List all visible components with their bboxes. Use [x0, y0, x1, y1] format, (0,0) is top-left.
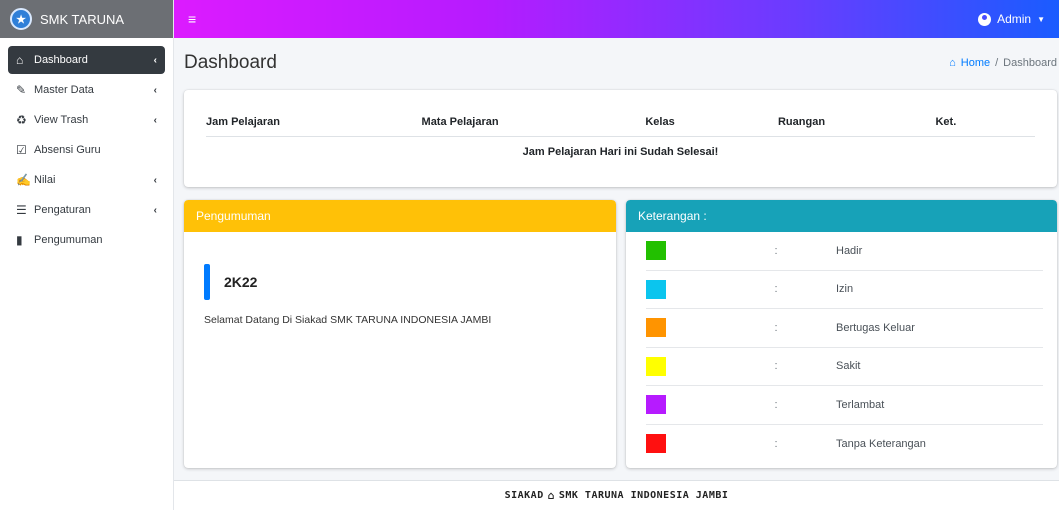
- home-icon[interactable]: ⌂: [949, 57, 956, 69]
- footer-app-name: SIAKAD: [504, 490, 544, 501]
- clipboard-icon: ▮: [16, 233, 23, 247]
- user-name: Admin: [997, 12, 1032, 26]
- chevron-left-icon: ‹: [153, 204, 157, 216]
- column-header: Ruangan: [777, 110, 936, 137]
- color-swatch: [646, 279, 666, 299]
- legend-label: Sakit: [836, 360, 861, 373]
- edit-icon: ✎: [16, 83, 27, 97]
- home-icon: ⌂: [547, 489, 555, 502]
- breadcrumb-separator: /: [995, 57, 999, 69]
- legend-list: : Hadir : Izin : Bertugas Keluar : Sakit…: [626, 232, 1057, 463]
- announcement-header: Pengumuman: [184, 200, 616, 232]
- legend-separator: :: [774, 398, 778, 411]
- list-item: : Izin: [646, 271, 1043, 309]
- list-item: : Terlambat: [646, 386, 1043, 425]
- column-header: Jam Pelajaran: [206, 110, 422, 137]
- chevron-left-icon: ‹: [153, 84, 157, 96]
- announcement-body: 2K22 Selamat Datang Di Siakad SMK TARUNA…: [184, 232, 616, 326]
- user-menu-button[interactable]: Admin ▼: [978, 12, 1045, 26]
- sidebar-item-label: Pengumuman: [34, 234, 103, 246]
- sliders-icon: ☰: [16, 203, 27, 217]
- legend-separator: :: [774, 283, 778, 296]
- sidebar-item-dashboard[interactable]: ⌂ Dashboard ‹: [8, 46, 165, 74]
- announcement-title-text: 2K22: [224, 274, 258, 290]
- sidebar-item-label: Nilai: [34, 174, 56, 186]
- breadcrumb-home-link[interactable]: Home: [961, 57, 990, 69]
- sidebar-item-label: View Trash: [34, 114, 89, 126]
- legend-card: Keterangan : : Hadir : Izin : Bertugas K…: [626, 200, 1057, 468]
- color-swatch: [646, 395, 666, 415]
- sidebar-item-label: Dashboard: [34, 54, 88, 66]
- chevron-left-icon: ‹: [153, 114, 157, 126]
- legend-separator: :: [774, 437, 778, 450]
- table-row: Jam Pelajaran Hari ini Sudah Selesai!: [206, 137, 1035, 168]
- color-swatch: [646, 241, 666, 261]
- empty-schedule-message: Jam Pelajaran Hari ini Sudah Selesai!: [522, 146, 719, 158]
- color-swatch: [646, 356, 666, 376]
- chevron-left-icon: ‹: [153, 174, 157, 186]
- topbar: ≡ Admin ▼: [174, 0, 1059, 38]
- list-item: : Sakit: [646, 348, 1043, 386]
- sidebar-item-label: Pengaturan: [34, 204, 91, 216]
- legend-label: Bertugas Keluar: [836, 321, 915, 334]
- breadcrumb: ⌂ Home / Dashboard: [949, 57, 1059, 69]
- column-header: Ket.: [935, 110, 1035, 137]
- schedule-card: Jam Pelajaran Mata Pelajaran Kelas Ruang…: [184, 90, 1057, 187]
- announcement-title: 2K22: [204, 264, 596, 300]
- menu-toggle-icon[interactable]: ≡: [188, 11, 196, 27]
- schedule-table: Jam Pelajaran Mata Pelajaran Kelas Ruang…: [206, 110, 1035, 167]
- sidebar-item-pengaturan[interactable]: ☰ Pengaturan ‹: [8, 196, 165, 224]
- legend-label: Terlambat: [836, 398, 885, 411]
- list-item: : Bertugas Keluar: [646, 309, 1043, 348]
- legend-label: Tanpa Keterangan: [836, 437, 926, 450]
- calendar-check-icon: ☑: [16, 143, 27, 157]
- legend-label: Izin: [836, 283, 854, 296]
- main-content: Dashboard ⌂ Home / Dashboard Jam Pelajar…: [174, 38, 1059, 480]
- color-swatch: [646, 318, 666, 338]
- sidebar-nav: ⌂ Dashboard ‹ ✎ Master Data ‹ ♻ View Tra…: [0, 38, 173, 254]
- school-logo-icon: ★: [10, 8, 32, 30]
- column-header: Mata Pelajaran: [421, 110, 646, 137]
- color-swatch: [646, 434, 666, 454]
- recycle-icon: ♻: [16, 113, 27, 127]
- legend-label: Hadir: [836, 244, 863, 257]
- accent-bar: [204, 264, 210, 300]
- user-circle-icon: [978, 12, 992, 26]
- table-header-row: Jam Pelajaran Mata Pelajaran Kelas Ruang…: [206, 110, 1035, 137]
- page-header: Dashboard ⌂ Home / Dashboard: [174, 38, 1059, 88]
- brand[interactable]: ★ SMK TARUNA: [0, 0, 173, 38]
- legend-header: Keterangan :: [626, 200, 1057, 232]
- announcement-text: Selamat Datang Di Siakad SMK TARUNA INDO…: [204, 314, 492, 326]
- brand-name: SMK TARUNA: [40, 11, 125, 27]
- sidebar-item-master-data[interactable]: ✎ Master Data ‹: [8, 76, 165, 104]
- sidebar-item-label: Absensi Guru: [34, 144, 101, 156]
- page-title: Dashboard: [184, 52, 277, 73]
- legend-separator: :: [774, 244, 778, 257]
- breadcrumb-current: Dashboard: [1003, 57, 1057, 69]
- list-item: : Hadir: [646, 232, 1043, 271]
- sidebar-item-nilai[interactable]: ✍ Nilai ‹: [8, 166, 165, 194]
- list-item: : Tanpa Keterangan: [646, 425, 1043, 464]
- sidebar: ★ SMK TARUNA ⌂ Dashboard ‹ ✎ Master Data…: [0, 0, 174, 510]
- announcement-card: Pengumuman 2K22 Selamat Datang Di Siakad…: [184, 200, 616, 468]
- chevron-left-icon: ‹: [153, 54, 157, 66]
- footer: SIAKAD ⌂ SMK TARUNA INDONESIA JAMBI: [174, 480, 1059, 510]
- sidebar-item-view-trash[interactable]: ♻ View Trash ‹: [8, 106, 165, 134]
- column-header: Kelas: [645, 110, 778, 137]
- caret-down-icon: ▼: [1037, 14, 1045, 24]
- sidebar-item-pengumuman[interactable]: ▮ Pengumuman: [8, 226, 165, 254]
- footer-school-name: SMK TARUNA INDONESIA JAMBI: [558, 490, 729, 501]
- legend-separator: :: [774, 321, 778, 334]
- signature-icon: ✍: [16, 173, 31, 187]
- home-icon: ⌂: [16, 53, 24, 67]
- legend-separator: :: [774, 360, 778, 373]
- sidebar-item-absensi-guru[interactable]: ☑ Absensi Guru: [8, 136, 165, 164]
- sidebar-item-label: Master Data: [34, 84, 94, 96]
